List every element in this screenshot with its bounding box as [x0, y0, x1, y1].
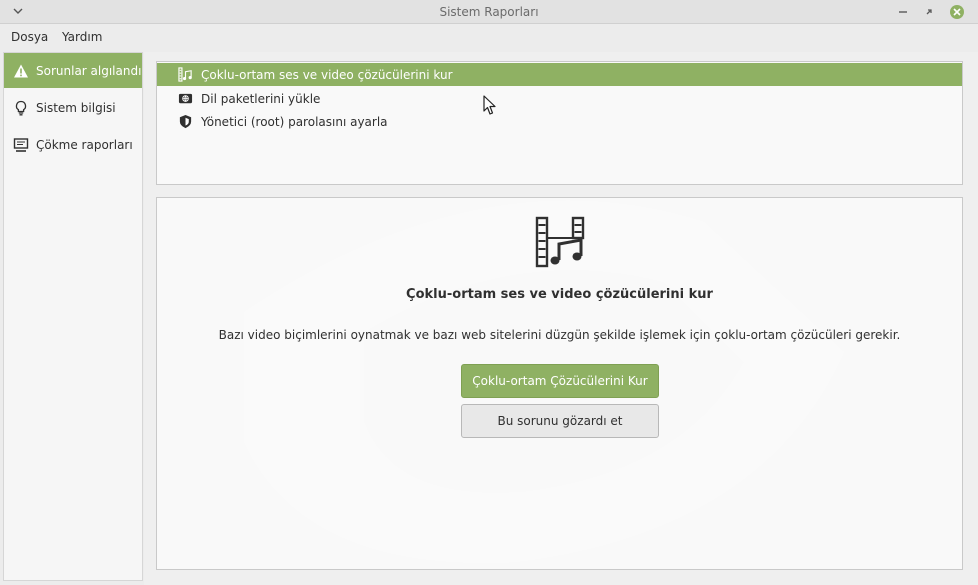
warning-icon: [14, 64, 28, 77]
lightbulb-icon: [15, 100, 27, 115]
ignore-problem-button[interactable]: Bu sorunu gözardı et: [461, 404, 659, 438]
list-item-root-password[interactable]: Yönetici (root) parolasını ayarla: [157, 110, 962, 133]
multimedia-codecs-icon: [535, 216, 585, 268]
menu-file[interactable]: Dosya: [11, 24, 48, 50]
problem-detail-panel: Çoklu-ortam ses ve video çözücülerini ku…: [156, 197, 963, 570]
title-bar: Sistem Raporları: [0, 0, 978, 24]
sidebar-item-crash-reports[interactable]: Çökme raporları: [4, 127, 142, 162]
list-item-multimedia-codecs[interactable]: Çoklu-ortam ses ve video çözücülerini ku…: [157, 63, 962, 86]
language-icon: [178, 93, 193, 104]
shield-icon: [179, 114, 192, 129]
list-item-label: Yönetici (root) parolasını ayarla: [201, 114, 388, 129]
menu-help[interactable]: Yardım: [62, 24, 102, 50]
menu-bar: Dosya Yardım: [0, 24, 978, 50]
sidebar: Sorunlar algılandı Sistem bilgisi Çökme …: [3, 52, 143, 581]
sidebar-item-problems[interactable]: Sorunlar algılandı: [4, 53, 142, 88]
problem-description: Bazı video biçimlerini oynatmak ve bazı …: [218, 328, 901, 342]
install-codecs-button[interactable]: Çoklu-ortam Çözücülerini Kur: [461, 364, 659, 398]
list-item-language-packs[interactable]: Dil paketlerini yükle: [157, 87, 962, 110]
close-icon[interactable]: [948, 3, 966, 21]
minimize-icon[interactable]: [894, 3, 912, 21]
sidebar-item-label: Sistem bilgisi: [36, 100, 116, 115]
multimedia-icon: [178, 67, 192, 82]
monitor-icon: [13, 137, 29, 152]
mouse-cursor-icon: [483, 95, 496, 115]
sidebar-item-system-info[interactable]: Sistem bilgisi: [4, 90, 142, 125]
list-item-label: Çoklu-ortam ses ve video çözücülerini ku…: [201, 67, 453, 82]
sidebar-item-label: Çökme raporları: [36, 137, 133, 152]
sidebar-item-label: Sorunlar algılandı: [36, 63, 142, 78]
list-item-label: Dil paketlerini yükle: [201, 91, 321, 106]
window-title: Sistem Raporları: [439, 5, 539, 19]
problem-title: Çoklu-ortam ses ve video çözücülerini ku…: [406, 287, 713, 302]
problems-list: Çoklu-ortam ses ve video çözücülerini ku…: [156, 61, 963, 185]
maximize-icon[interactable]: [920, 3, 938, 21]
